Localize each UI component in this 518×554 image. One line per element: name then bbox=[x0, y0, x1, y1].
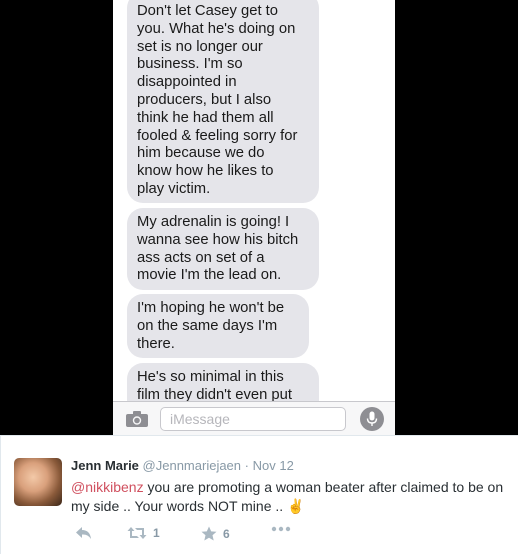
favorite-count: 6 bbox=[223, 526, 230, 541]
author-name[interactable]: Jenn Marie bbox=[71, 458, 139, 473]
tweet-actions: 1 6 bbox=[71, 526, 471, 546]
tweet-header: Jenn Marie @Jennmariejaen · Nov 12 bbox=[71, 458, 294, 473]
imessage-conversation: Don't let Casey get to you. What he's do… bbox=[113, 0, 395, 435]
message-bubble: My adrenalin is going! I wanna see how h… bbox=[127, 208, 319, 290]
retweet-count: 1 bbox=[153, 526, 160, 540]
retweet-button[interactable]: 1 bbox=[127, 526, 160, 540]
message-bubble: I'm hoping he won't be on the same days … bbox=[127, 294, 309, 358]
tweet-timestamp[interactable]: Nov 12 bbox=[253, 458, 294, 473]
favorite-button[interactable]: 6 bbox=[201, 526, 230, 541]
reply-button[interactable] bbox=[75, 526, 93, 540]
camera-icon[interactable] bbox=[125, 410, 149, 428]
mention-link[interactable]: @nikkibenz bbox=[71, 479, 144, 495]
star-icon bbox=[201, 526, 217, 541]
reply-icon bbox=[76, 527, 91, 539]
message-input-bar: iMessage bbox=[113, 401, 395, 435]
message-bubble: Don't let Casey get to you. What he's do… bbox=[127, 0, 319, 203]
more-icon bbox=[271, 526, 291, 532]
microphone-icon bbox=[366, 411, 378, 426]
tweet-text: @nikkibenz you are promoting a woman bea… bbox=[71, 478, 511, 516]
microphone-button[interactable] bbox=[360, 407, 384, 431]
more-options-button[interactable] bbox=[271, 526, 291, 532]
imessage-input[interactable]: iMessage bbox=[160, 407, 346, 431]
avatar[interactable] bbox=[14, 458, 62, 506]
tweet-card: Jenn Marie @Jennmariejaen · Nov 12 @nikk… bbox=[0, 435, 518, 554]
retweet-icon bbox=[127, 527, 147, 539]
author-handle[interactable]: @Jennmariejaen bbox=[143, 458, 241, 473]
peace-emoji: ✌ bbox=[287, 498, 305, 514]
separator: · bbox=[244, 458, 249, 473]
